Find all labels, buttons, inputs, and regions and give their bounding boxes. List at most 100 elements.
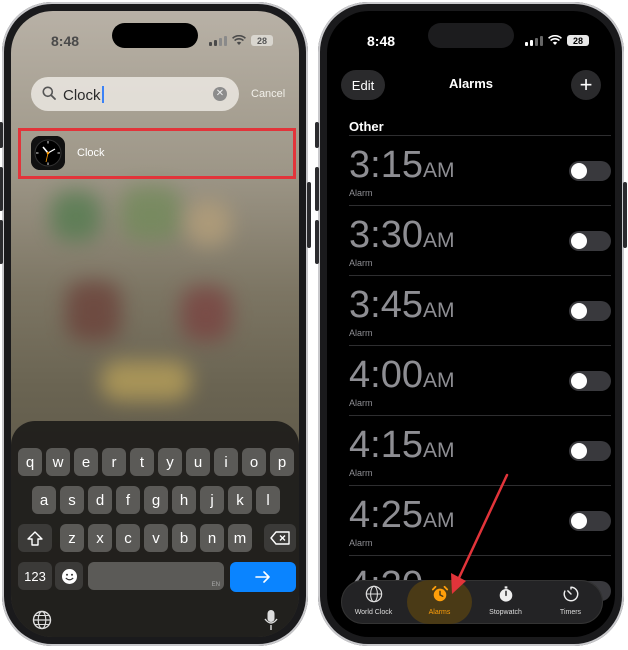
clock-app-icon xyxy=(31,136,65,170)
clear-icon[interactable]: ✕ xyxy=(213,87,227,101)
numbers-key[interactable]: 123 xyxy=(18,562,52,590)
shift-key[interactable] xyxy=(18,524,52,552)
tab-world-clock[interactable]: World Clock xyxy=(341,580,406,624)
delete-key[interactable] xyxy=(264,524,296,552)
key-j[interactable]: j xyxy=(200,486,224,514)
action-button xyxy=(315,122,319,148)
key-w[interactable]: w xyxy=(46,448,70,476)
alarm-toggle[interactable] xyxy=(569,301,611,321)
alarm-row[interactable]: 4:00AM Alarm xyxy=(349,345,611,416)
key-b[interactable]: b xyxy=(172,524,196,552)
key-u[interactable]: u xyxy=(186,448,210,476)
alarm-row[interactable]: 3:30AM Alarm xyxy=(349,205,611,276)
spotlight-search-screen: 8:48 28 Clock ✕ Cancel Clock q w e r t y… xyxy=(11,11,299,637)
volume-up-button xyxy=(0,167,3,211)
alarm-time: 4:00 xyxy=(349,354,423,396)
action-button xyxy=(0,122,3,148)
alarm-toggle[interactable] xyxy=(569,511,611,531)
volume-up-button xyxy=(315,167,319,211)
alarms-screen: 8:48 28 Edit Alarms + Other 3:15AM Alarm 3… xyxy=(327,11,615,637)
key-o[interactable]: o xyxy=(242,448,266,476)
search-result-clock[interactable]: Clock xyxy=(18,128,296,179)
timer-icon xyxy=(563,586,578,602)
text-cursor xyxy=(101,86,104,103)
alarm-row[interactable]: 4:25AM Alarm xyxy=(349,485,611,556)
alarm-ampm: AM xyxy=(422,369,455,392)
key-y[interactable]: y xyxy=(158,448,182,476)
alarm-ampm: AM xyxy=(422,509,455,532)
key-c[interactable]: c xyxy=(116,524,140,552)
key-e[interactable]: e xyxy=(74,448,98,476)
globe-icon[interactable] xyxy=(32,610,52,630)
alarm-time: 3:30 xyxy=(349,214,423,256)
side-button xyxy=(623,182,627,248)
status-time: 8:48 xyxy=(367,33,396,49)
shift-icon xyxy=(27,530,43,546)
alarm-time: 4:15 xyxy=(349,424,423,466)
key-g[interactable]: g xyxy=(144,486,168,514)
wifi-icon xyxy=(548,35,562,45)
wifi-icon xyxy=(232,35,246,45)
go-key[interactable] xyxy=(230,562,296,592)
alarm-label: Alarm xyxy=(349,398,373,408)
emoji-key[interactable] xyxy=(55,562,83,590)
key-q[interactable]: q xyxy=(18,448,42,476)
key-k[interactable]: k xyxy=(228,486,252,514)
alarm-row[interactable]: 3:15AM Alarm xyxy=(349,135,611,206)
alarm-toggle[interactable] xyxy=(569,161,611,181)
tab-stopwatch[interactable]: Stopwatch xyxy=(473,580,538,624)
battery-indicator: 28 xyxy=(251,35,273,46)
alarm-ampm: AM xyxy=(422,159,455,182)
toggle-knob xyxy=(571,443,587,459)
toggle-knob xyxy=(571,303,587,319)
tab-bar: World Clock Alarms Stopwatch Timers xyxy=(341,580,603,624)
status-bar: 8:48 28 xyxy=(11,33,299,53)
microphone-icon[interactable] xyxy=(264,609,278,631)
keyboard-language-hint: EN xyxy=(211,582,220,588)
alarm-label: Alarm xyxy=(349,258,373,268)
tab-timers[interactable]: Timers xyxy=(538,580,603,624)
search-field[interactable]: Clock ✕ xyxy=(31,77,239,111)
key-s[interactable]: s xyxy=(60,486,84,514)
key-d[interactable]: d xyxy=(88,486,112,514)
key-a[interactable]: a xyxy=(32,486,56,514)
alarm-toggle[interactable] xyxy=(569,441,611,461)
key-m[interactable]: m xyxy=(228,524,252,552)
key-f[interactable]: f xyxy=(116,486,140,514)
key-h[interactable]: h xyxy=(172,486,196,514)
search-input[interactable]: Clock xyxy=(63,87,101,104)
alarm-label: Alarm xyxy=(349,468,373,478)
alarm-toggle[interactable] xyxy=(569,371,611,391)
alarm-toggle[interactable] xyxy=(569,231,611,251)
key-r[interactable]: r xyxy=(102,448,126,476)
status-bar: 8:48 28 xyxy=(327,33,615,53)
side-button xyxy=(307,182,311,248)
key-x[interactable]: x xyxy=(88,524,112,552)
space-key[interactable]: EN xyxy=(88,562,224,590)
toggle-knob xyxy=(571,233,587,249)
add-alarm-button[interactable]: + xyxy=(571,70,601,100)
battery-indicator: 28 xyxy=(567,35,589,46)
tab-label: World Clock xyxy=(354,609,393,616)
tab-label: Timers xyxy=(559,609,582,616)
key-v[interactable]: v xyxy=(144,524,168,552)
cellular-signal-icon xyxy=(525,35,543,46)
cancel-button[interactable]: Cancel xyxy=(251,88,285,100)
globe-icon xyxy=(365,585,382,603)
key-l[interactable]: l xyxy=(256,486,280,514)
key-z[interactable]: z xyxy=(60,524,84,552)
key-i[interactable]: i xyxy=(214,448,238,476)
key-n[interactable]: n xyxy=(200,524,224,552)
alarm-label: Alarm xyxy=(349,328,373,338)
key-p[interactable]: p xyxy=(270,448,294,476)
alarm-row[interactable]: 4:15AM Alarm xyxy=(349,415,611,486)
toggle-knob xyxy=(571,373,587,389)
alarm-clock-icon xyxy=(431,585,448,602)
result-label: Clock xyxy=(77,147,105,159)
tab-label: Stopwatch xyxy=(489,609,522,616)
alarm-row[interactable]: 3:45AM Alarm xyxy=(349,275,611,346)
stopwatch-icon xyxy=(499,586,512,602)
key-t[interactable]: t xyxy=(130,448,154,476)
tab-alarms[interactable]: Alarms xyxy=(407,580,472,624)
alarm-time: 3:45 xyxy=(349,284,423,326)
